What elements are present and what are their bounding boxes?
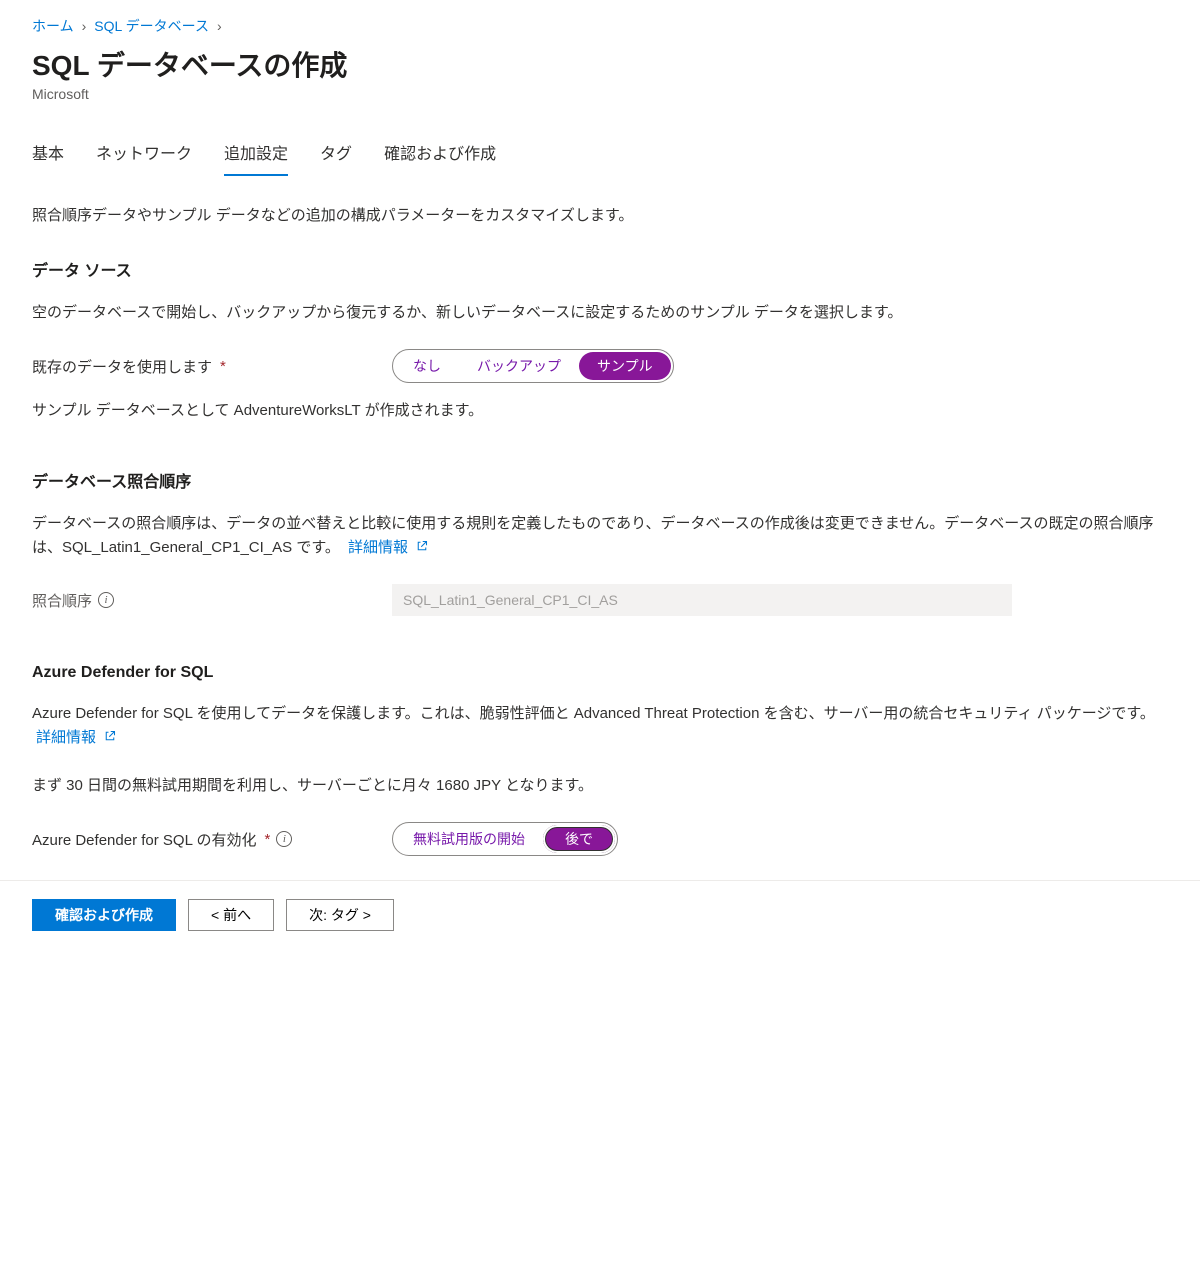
option-sample[interactable]: サンプル — [579, 352, 671, 380]
collation-learn-more-link[interactable]: 詳細情報 — [348, 539, 428, 556]
required-asterisk: * — [265, 831, 271, 848]
external-link-icon — [416, 536, 428, 560]
option-later[interactable]: 後で — [543, 825, 615, 853]
defender-trial-note: まず 30 日間の無料試用期間を利用し、サーバーごとに月々 1680 JPY と… — [32, 774, 1168, 798]
info-icon[interactable]: i — [98, 592, 114, 608]
page-title: SQL データベースの作成 — [32, 44, 1168, 84]
use-existing-data-toggle[interactable]: なし バックアップ サンプル — [392, 349, 674, 383]
tab-bar: 基本 ネットワーク 追加設定 タグ 確認および作成 — [32, 134, 1168, 176]
defender-enable-label: Azure Defender for SQL の有効化* i — [32, 829, 392, 850]
chevron-right-icon: › — [82, 18, 87, 34]
chevron-right-icon: › — [217, 18, 222, 34]
breadcrumb-home[interactable]: ホーム — [32, 16, 74, 36]
tab-advanced[interactable]: 追加設定 — [224, 134, 288, 176]
defender-enable-toggle[interactable]: 無料試用版の開始 後で — [392, 822, 618, 856]
tab-tags[interactable]: タグ — [320, 134, 352, 176]
sample-note: サンプル データベースとして AdventureWorksLT が作成されます。 — [32, 399, 1168, 420]
info-icon[interactable]: i — [276, 831, 292, 847]
use-existing-data-label: 既存のデータを使用します* — [32, 356, 392, 377]
page-subtitle: Microsoft — [32, 86, 1168, 102]
collation-input: SQL_Latin1_General_CP1_CI_AS — [392, 584, 1012, 616]
option-backup[interactable]: バックアップ — [459, 352, 579, 380]
option-start-trial[interactable]: 無料試用版の開始 — [395, 825, 543, 853]
section-defender: Azure Defender for SQL Azure Defender fo… — [32, 664, 1168, 856]
defender-learn-more-link[interactable]: 詳細情報 — [36, 729, 116, 746]
intro-text: 照合順序データやサンプル データなどの追加の構成パラメーターをカスタマイズします… — [32, 204, 1168, 225]
tab-network[interactable]: ネットワーク — [96, 134, 192, 176]
data-source-heading: データ ソース — [32, 257, 1168, 281]
tab-basic[interactable]: 基本 — [32, 134, 64, 176]
required-asterisk: * — [220, 358, 226, 375]
breadcrumb-sql-databases[interactable]: SQL データベース — [94, 16, 209, 36]
review-create-button[interactable]: 確認および作成 — [32, 899, 176, 931]
previous-button[interactable]: < 前へ — [188, 899, 274, 931]
external-link-icon — [104, 726, 116, 750]
next-tags-button[interactable]: 次: タグ > — [286, 899, 394, 931]
defender-desc: Azure Defender for SQL を使用してデータを保護します。これ… — [32, 702, 1168, 750]
option-none[interactable]: なし — [395, 352, 459, 380]
breadcrumb: ホーム › SQL データベース › — [32, 16, 1168, 36]
collation-label: 照合順序 i — [32, 590, 392, 611]
section-collation: データベース照合順序 データベースの照合順序は、データの並べ替えと比較に使用する… — [32, 468, 1168, 616]
footer-actions: 確認および作成 < 前へ 次: タグ > — [0, 880, 1200, 949]
tab-review[interactable]: 確認および作成 — [384, 134, 496, 176]
defender-heading: Azure Defender for SQL — [32, 664, 1168, 682]
collation-desc: データベースの照合順序は、データの並べ替えと比較に使用する規則を定義したものであ… — [32, 512, 1168, 560]
data-source-desc: 空のデータベースで開始し、バックアップから復元するか、新しいデータベースに設定す… — [32, 301, 1168, 325]
collation-heading: データベース照合順序 — [32, 468, 1168, 492]
section-data-source: データ ソース 空のデータベースで開始し、バックアップから復元するか、新しいデー… — [32, 257, 1168, 420]
